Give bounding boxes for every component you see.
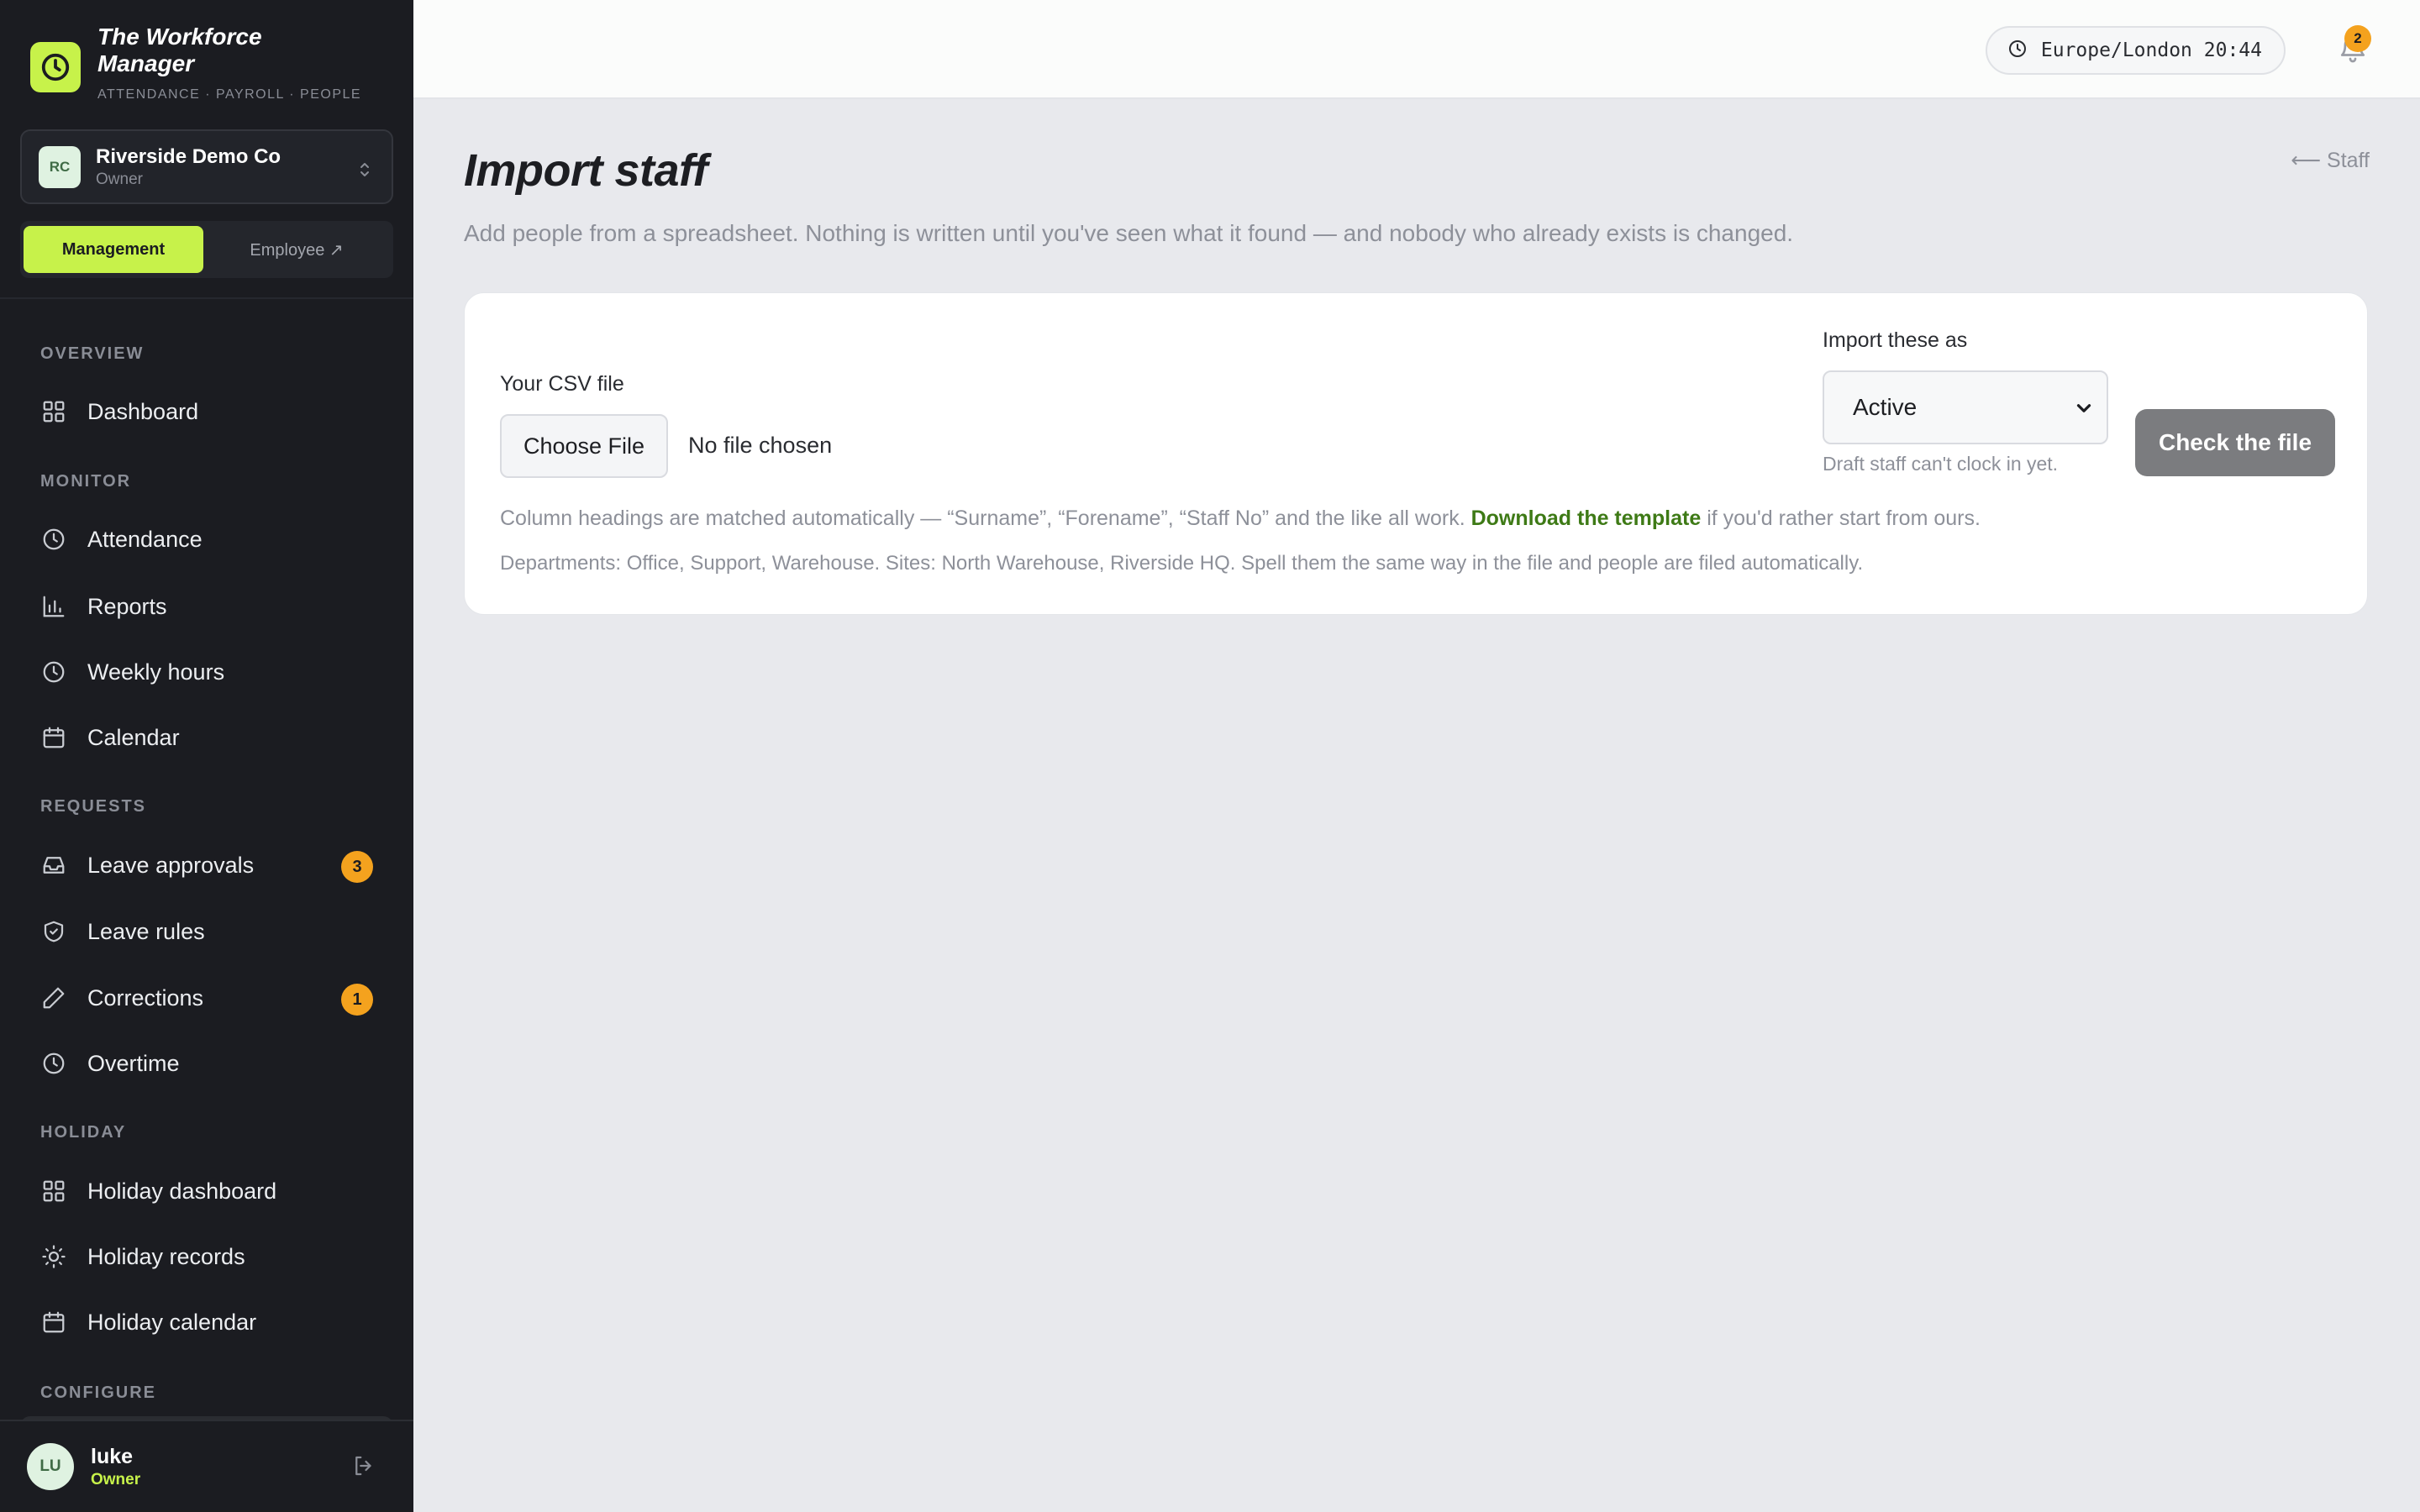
timezone-clock: Europe/London 20:44 [1985,26,2286,75]
sidebar-item-label: Reports [87,593,167,619]
sidebar-item-holiday-records[interactable]: Holiday records [20,1230,393,1284]
sidebar-item-label: Holiday calendar [87,1309,257,1335]
brand-title: The Workforce Manager [97,24,262,76]
sidebar-item-label: Calendar [87,724,180,750]
clock-icon [40,1050,67,1077]
import-card: Your CSV file Choose File No file chosen… [464,292,2368,615]
sidebar-item-leave-rules[interactable]: Leave rules [20,905,393,958]
chevron-down-icon [2073,397,2095,423]
inbox-icon [40,852,67,879]
org-role: Owner [96,170,143,188]
sidebar-divider [0,297,413,299]
sidebar: The Workforce Manager ATTENDANCE · PAYRO… [0,0,413,1512]
org-switcher[interactable]: RC Riverside Demo Co Owner [20,129,393,204]
sidebar-item-reports[interactable]: Reports [20,580,393,633]
choose-file-button[interactable]: Choose File [500,414,668,478]
clock-logo-icon [30,42,81,92]
mode-management-button[interactable]: Management [24,226,203,273]
sidebar-item-label: Weekly hours [87,659,225,685]
grid-icon [40,1178,67,1205]
mode-toggle: Management Employee ↗ [20,221,393,278]
sidebar-item-weekly-hours[interactable]: Weekly hours [20,645,393,699]
import-status-select[interactable]: Active [1823,370,2108,444]
back-to-staff-link[interactable]: ⟵ Staff [2291,148,2370,173]
brand-tagline: ATTENDANCE · PAYROLL · PEOPLE [97,87,362,102]
nav-section-monitor: MONITOR [40,472,132,491]
corrections-count-badge: 1 [341,984,373,1016]
notification-count-badge: 2 [2344,25,2371,52]
sidebar-item-label: Corrections [87,984,204,1011]
sidebar-item-label: Attendance [87,526,203,552]
page-subtitle: Add people from a spreadsheet. Nothing i… [464,220,1794,246]
info-prefix: Column headings are matched automaticall… [500,507,1465,530]
clock-icon [40,526,67,553]
calendar-icon [40,1309,67,1336]
csv-file-label: Your CSV file [500,372,624,396]
sidebar-item-label: Holiday dashboard [87,1178,277,1204]
timezone-text: Europe/London 20:44 [2040,39,2262,61]
clock-icon [40,659,67,685]
calendar-icon [40,724,67,751]
brand[interactable]: The Workforce Manager ATTENDANCE · PAYRO… [30,24,361,102]
nav-section-requests: REQUESTS [40,797,147,816]
shield-check-icon [40,918,67,945]
check-file-button[interactable]: Check the file [2135,409,2335,476]
avatar[interactable]: LU [27,1443,74,1490]
nav-section-overview: OVERVIEW [40,344,145,363]
leave-approvals-count-badge: 3 [341,851,373,883]
sidebar-item-dashboard[interactable]: Dashboard [20,385,393,438]
import-status-value: Active [1853,394,1918,420]
info-suffix: if you'd rather start from ours. [1707,507,1981,530]
departments-info: Departments: Office, Support, Warehouse.… [500,552,1864,575]
top-bar: Europe/London 20:44 2 [413,0,2420,99]
file-status-text: No file chosen [688,433,833,458]
column-headings-info: Column headings are matched automaticall… [500,507,1981,531]
sidebar-item-label: Leave approvals [87,852,255,878]
sidebar-item-calendar[interactable]: Calendar [20,711,393,764]
pencil-icon [40,984,67,1011]
sidebar-item-label: Leave rules [87,918,205,944]
sidebar-item-overtime[interactable]: Overtime [20,1037,393,1090]
sidebar-item-corrections[interactable]: Corrections 1 [20,971,393,1025]
nav-section-holiday: HOLIDAY [40,1123,127,1142]
sidebar-item-label: Holiday records [87,1243,245,1269]
org-avatar: RC [39,145,81,188]
user-name: luke [91,1444,134,1468]
sidebar-item-attendance[interactable]: Attendance [20,512,393,566]
draft-hint: Draft staff can't clock in yet. [1823,453,2059,475]
grid-icon [40,398,67,425]
user-role: Owner [91,1470,141,1488]
sidebar-item-holiday-dashboard[interactable]: Holiday dashboard [20,1164,393,1218]
clock-icon [2007,39,2028,63]
nav-section-configure: CONFIGURE [40,1383,156,1402]
sun-icon [40,1243,67,1270]
logout-icon[interactable] [351,1453,376,1483]
app: The Workforce Manager ATTENDANCE · PAYRO… [0,0,2420,1512]
user-bar: LU luke Owner [0,1420,413,1512]
sidebar-item-label: Dashboard [87,398,199,424]
page-title: Import staff [464,145,708,196]
mode-employee-button[interactable]: Employee ↗ [203,226,390,273]
sidebar-item-label: Overtime [87,1050,180,1076]
chevron-up-down-icon [358,160,371,184]
sidebar-item-leave-approvals[interactable]: Leave approvals 3 [20,838,393,892]
import-as-label: Import these as [1823,328,1968,352]
bar-chart-icon [40,593,67,620]
sidebar-item-holiday-calendar[interactable]: Holiday calendar [20,1295,393,1349]
org-name: Riverside Demo Co [96,144,281,168]
download-template-link[interactable]: Download the template [1471,507,1702,530]
